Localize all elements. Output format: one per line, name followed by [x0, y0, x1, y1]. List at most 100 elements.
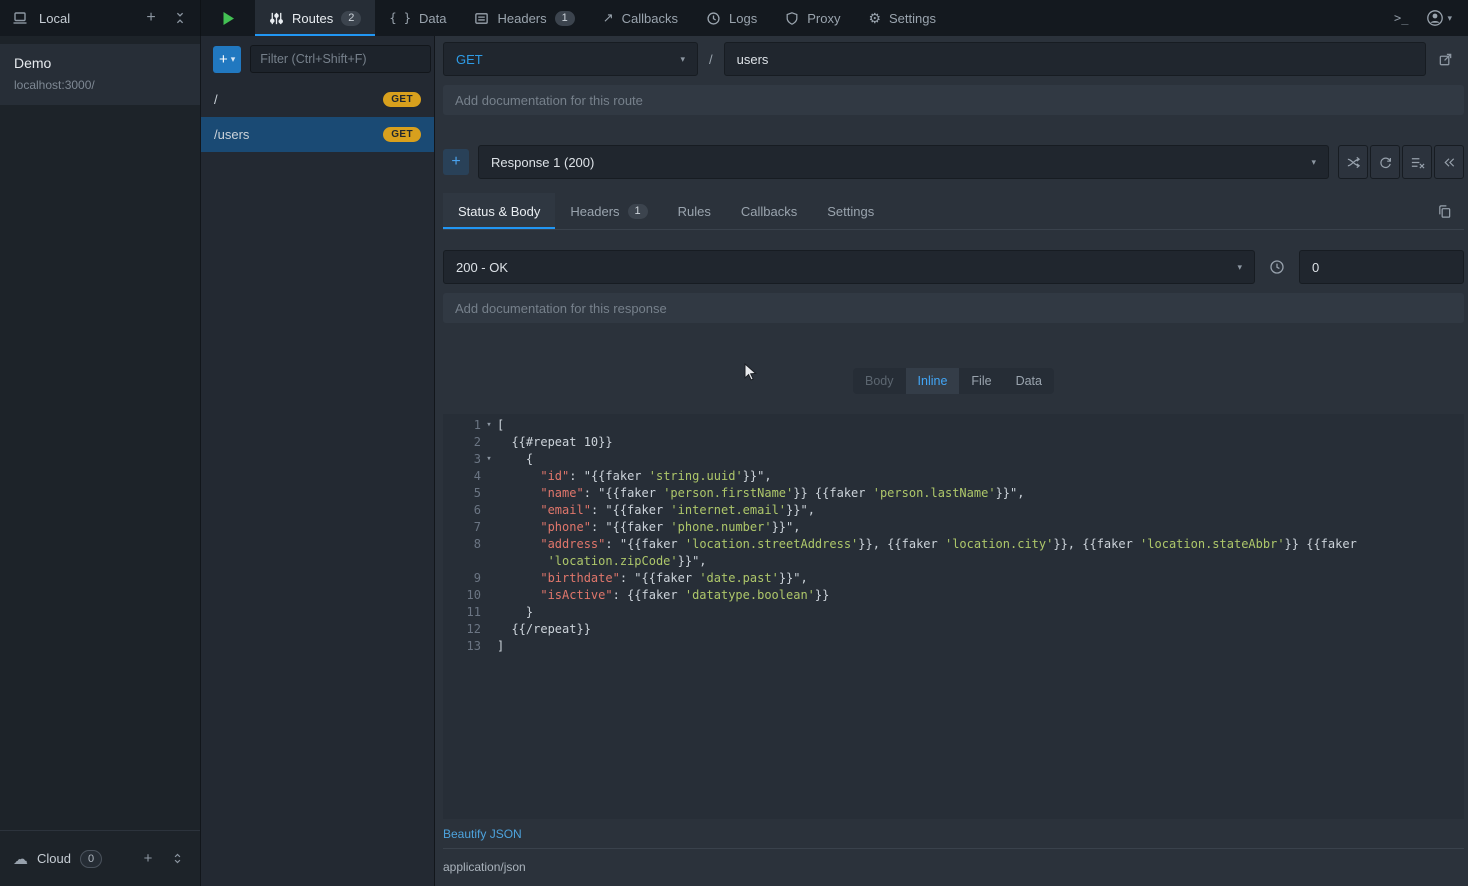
line-number: 10 [443, 587, 481, 604]
fold-spacer [481, 570, 497, 587]
new-environment-button[interactable]: + [141, 8, 161, 28]
code-line: 8 "address": "{{faker 'location.streetAd… [443, 536, 1464, 553]
tab-callbacks[interactable]: ↗ Callbacks [589, 0, 692, 36]
environment-item-demo[interactable]: Demo localhost:3000/ [0, 44, 200, 105]
method-select[interactable]: GET ▾ [443, 42, 698, 76]
content-type-label: application/json [443, 860, 526, 874]
code-text: {{#repeat 10}} [497, 434, 613, 451]
tab-label: Callbacks [741, 204, 797, 219]
account-menu[interactable]: ▾ [1426, 9, 1452, 27]
cloud-label: Cloud [37, 851, 71, 866]
workspace-label: Local [39, 11, 70, 26]
body-mode-data[interactable]: Data [1004, 368, 1054, 394]
route-filter-input[interactable] [250, 45, 431, 73]
route-item-users[interactable]: /users GET [201, 117, 434, 152]
environment-host: localhost:3000/ [14, 78, 186, 92]
add-response-button[interactable]: + [443, 149, 469, 175]
tab-data[interactable]: { } Data [375, 0, 460, 36]
history-clock-icon [706, 11, 721, 26]
line-number: 13 [443, 638, 481, 655]
tab-routes[interactable]: Routes 2 [255, 0, 375, 36]
braces-icon: { } [389, 11, 411, 25]
status-code-select[interactable]: 200 - OK ▾ [443, 250, 1255, 284]
environment-name: Demo [14, 55, 186, 71]
fold-spacer [481, 519, 497, 536]
code-line: 10 "isActive": {{faker 'datatype.boolean… [443, 587, 1464, 604]
callback-arrow-icon: ↗ [603, 10, 614, 26]
tab-logs[interactable]: Logs [692, 0, 771, 36]
method-path-row: GET ▾ / [443, 42, 1464, 76]
workspace-header: Local + [0, 0, 201, 36]
random-response-button[interactable] [1338, 145, 1368, 179]
routes-count-badge: 2 [341, 11, 361, 26]
fold-caret-icon[interactable]: ▾ [481, 451, 497, 468]
tab-label: Settings [827, 204, 874, 219]
tab-response-callbacks[interactable]: Callbacks [726, 193, 812, 229]
line-number: 7 [443, 519, 481, 536]
chevron-down-icon: ▾ [680, 54, 685, 65]
tab-rules[interactable]: Rules [663, 193, 726, 229]
collapse-environments-icon[interactable] [170, 8, 190, 28]
content-type-bar: application/json [443, 848, 1464, 886]
tab-label: Data [419, 11, 446, 26]
add-cloud-environment-button[interactable]: + [138, 849, 158, 869]
headers-count-badge: 1 [555, 11, 575, 26]
code-text: 'location.zipCode'}}", [497, 553, 707, 570]
command-terminal-icon[interactable]: >_ [1394, 8, 1408, 28]
start-server-button[interactable] [201, 0, 255, 36]
method-value: GET [456, 52, 483, 67]
sequential-response-button[interactable] [1370, 145, 1400, 179]
code-text: } [497, 604, 533, 621]
code-text: "isActive": {{faker 'datatype.boolean'}} [497, 587, 829, 604]
tab-label: Proxy [807, 11, 840, 26]
body-mode-inline[interactable]: Inline [906, 368, 960, 394]
response-documentation-input[interactable] [443, 293, 1464, 323]
code-text: "id": "{{faker 'string.uuid'}}", [497, 468, 772, 485]
response-select[interactable]: Response 1 (200) ▾ [478, 145, 1329, 179]
body-mode-body[interactable]: Body [853, 368, 906, 394]
cloud-section[interactable]: ☁ Cloud 0 + [0, 830, 200, 886]
line-number: 4 [443, 468, 481, 485]
route-path-input[interactable] [724, 42, 1426, 76]
tab-label: Callbacks [622, 11, 678, 26]
latency-input[interactable] [1299, 250, 1464, 284]
code-line: 'location.zipCode'}}", [443, 553, 1464, 570]
line-number [443, 553, 481, 570]
status-row: 200 - OK ▾ [443, 250, 1464, 284]
tab-status-body[interactable]: Status & Body [443, 193, 555, 229]
sort-environments-icon[interactable] [167, 849, 187, 869]
method-badge-get: GET [383, 92, 421, 107]
fold-spacer [481, 502, 497, 519]
line-number: 5 [443, 485, 481, 502]
route-documentation-input[interactable] [443, 85, 1464, 115]
open-in-browser-button[interactable] [1426, 52, 1464, 67]
add-route-button[interactable]: +▾ [213, 46, 241, 73]
body-code-editor[interactable]: 1▾[2 {{#repeat 10}}3▾ {4 "id": "{{faker … [443, 414, 1464, 819]
code-text: "email": "{{faker 'internet.email'}}", [497, 502, 815, 519]
fold-spacer [481, 434, 497, 451]
routes-toolbar: +▾ [201, 36, 434, 82]
chevron-down-icon: ▾ [1237, 262, 1242, 273]
chevron-down-icon: ▾ [1447, 13, 1452, 24]
tab-response-settings[interactable]: Settings [812, 193, 889, 229]
response-tabs: Status & Body Headers 1 Rules Callbacks … [443, 193, 1464, 230]
copy-response-button[interactable] [1437, 193, 1464, 229]
beautify-json-link[interactable]: Beautify JSON [443, 819, 1464, 848]
code-text: [ [497, 417, 504, 434]
tab-response-headers[interactable]: Headers 1 [555, 193, 662, 229]
routes-icon [269, 11, 284, 26]
route-path: /users [214, 127, 383, 142]
disable-rules-button[interactable] [1402, 145, 1432, 179]
tab-headers[interactable]: Headers 1 [460, 0, 588, 36]
tab-proxy[interactable]: Proxy [771, 0, 854, 36]
fallback-mode-button[interactable] [1434, 145, 1464, 179]
route-item-root[interactable]: / GET [201, 82, 434, 117]
response-row: + Response 1 (200) ▾ [443, 145, 1464, 179]
body-mode-row: Body Inline File Data [443, 368, 1464, 394]
tab-settings[interactable]: ⚙ Settings [854, 0, 950, 36]
play-icon [222, 11, 235, 26]
code-line: 12 {{/repeat}} [443, 621, 1464, 638]
fold-caret-icon[interactable]: ▾ [481, 417, 497, 434]
body-mode-file[interactable]: File [959, 368, 1003, 394]
tab-label: Headers [497, 11, 546, 26]
